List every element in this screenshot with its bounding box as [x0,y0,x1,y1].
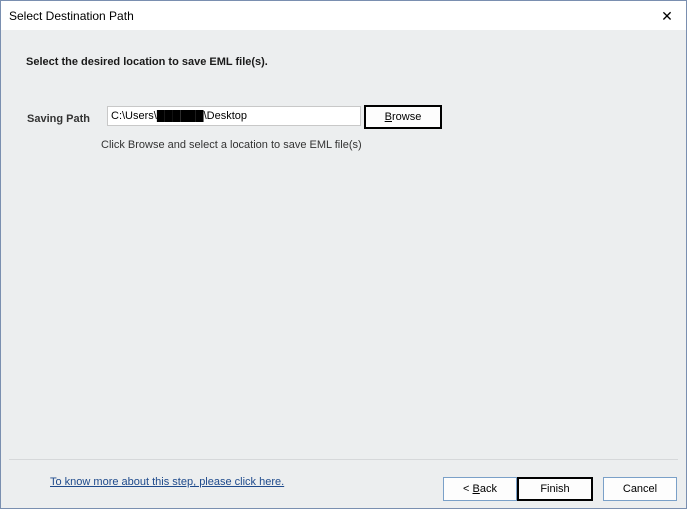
page-heading: Select the desired location to save EML … [26,56,268,68]
dialog-window: Select Destination Path ✕ Select the des… [0,0,687,509]
dialog-body: Select the desired location to save EML … [1,30,686,508]
back-label: ack [479,483,497,495]
back-button[interactable]: < Back [443,477,517,501]
back-arrow: < [463,483,473,495]
title-bar: Select Destination Path ✕ [1,1,686,30]
browse-button[interactable]: Browse [364,105,442,129]
cancel-button[interactable]: Cancel [603,477,677,501]
window-title: Select Destination Path [9,9,134,23]
path-hint: Click Browse and select a location to sa… [101,139,362,151]
back-mnemonic: B [472,483,480,495]
browse-label: rowse [392,111,422,123]
footer-divider [9,459,678,460]
close-icon[interactable]: ✕ [656,5,678,27]
finish-button[interactable]: Finish [517,477,593,501]
help-link[interactable]: To know more about this step, please cli… [50,476,284,488]
browse-mnemonic: B [384,111,392,123]
saving-path-input[interactable] [107,106,361,126]
saving-path-label: Saving Path [27,113,90,125]
